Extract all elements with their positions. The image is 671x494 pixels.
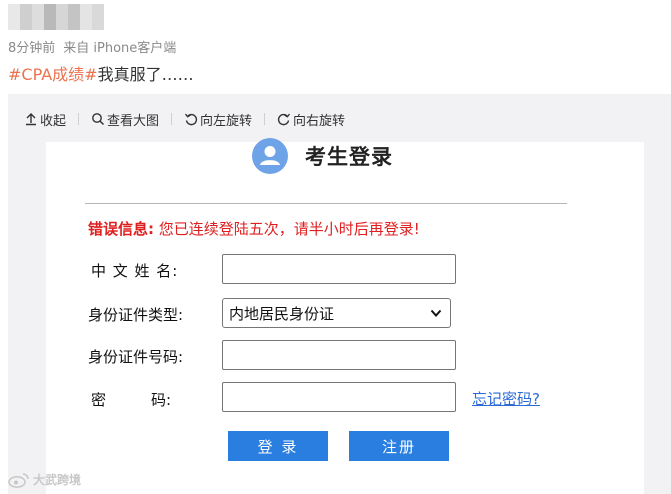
rotate-right-label: 向右旋转 (293, 113, 346, 129)
blurred-username (8, 4, 104, 30)
chevron-down-icon (430, 309, 442, 317)
form-divider (85, 203, 567, 204)
password-label: 密 码: (91, 391, 172, 409)
error-message: 错误信息: 您已连续登陆五次，请半小时后再登录! (88, 218, 420, 239)
name-label: 中 文 姓 名: (91, 262, 179, 280)
toolbar-divider (171, 113, 173, 125)
hashtag-link[interactable]: #CPA成绩# (8, 65, 98, 84)
weibo-logo-icon (8, 472, 29, 488)
rotate-right-icon (277, 113, 291, 126)
rotate-right-button[interactable]: 向右旋转 (277, 110, 345, 129)
forgot-password-link[interactable]: 忘记密码? (472, 388, 540, 409)
error-label: 错误信息: (88, 220, 154, 238)
login-title: 考生登录 (305, 145, 393, 169)
post-body: 我真服了…… (97, 65, 194, 84)
post-source[interactable]: 来自 iPhone客户端 (63, 41, 176, 56)
rotate-left-label: 向左旋转 (200, 113, 253, 129)
id-number-label: 身份证件号码: (88, 348, 184, 366)
collapse-icon (26, 113, 36, 126)
rotate-left-button[interactable]: 向左旋转 (184, 110, 252, 129)
collapse-label: 收起 (40, 113, 67, 129)
id-type-value: 内地居民身份证 (229, 304, 335, 323)
user-avatar-icon (252, 138, 288, 174)
view-large-label: 查看大图 (107, 113, 160, 129)
watermark: 大武跨境 (8, 471, 81, 488)
view-large-button[interactable]: 查看大图 (91, 110, 159, 129)
id-type-label: 身份证件类型: (88, 306, 184, 324)
image-toolbar: 收起 查看大图 向左旋转 向右旋转 (24, 110, 345, 129)
id-type-select[interactable]: 内地居民身份证 (222, 298, 451, 328)
register-button[interactable]: 注册 (349, 431, 449, 461)
collapse-button[interactable]: 收起 (24, 110, 66, 129)
login-button[interactable]: 登 录 (228, 431, 328, 461)
rotate-left-icon (185, 113, 198, 126)
toolbar-divider (78, 113, 80, 125)
post-time: 8分钟前 (8, 41, 56, 56)
id-number-input[interactable] (222, 340, 456, 370)
error-text: 您已连续登陆五次，请半小时后再登录! (158, 220, 420, 238)
name-input[interactable] (222, 254, 456, 284)
post-content: #CPA成绩#我真服了…… (8, 61, 194, 85)
post-meta: 8分钟前 来自 iPhone客户端 (8, 37, 176, 56)
watermark-text: 大武跨境 (33, 473, 82, 487)
toolbar-divider (264, 113, 266, 125)
password-input[interactable] (222, 382, 456, 412)
magnifier-icon (92, 113, 105, 126)
